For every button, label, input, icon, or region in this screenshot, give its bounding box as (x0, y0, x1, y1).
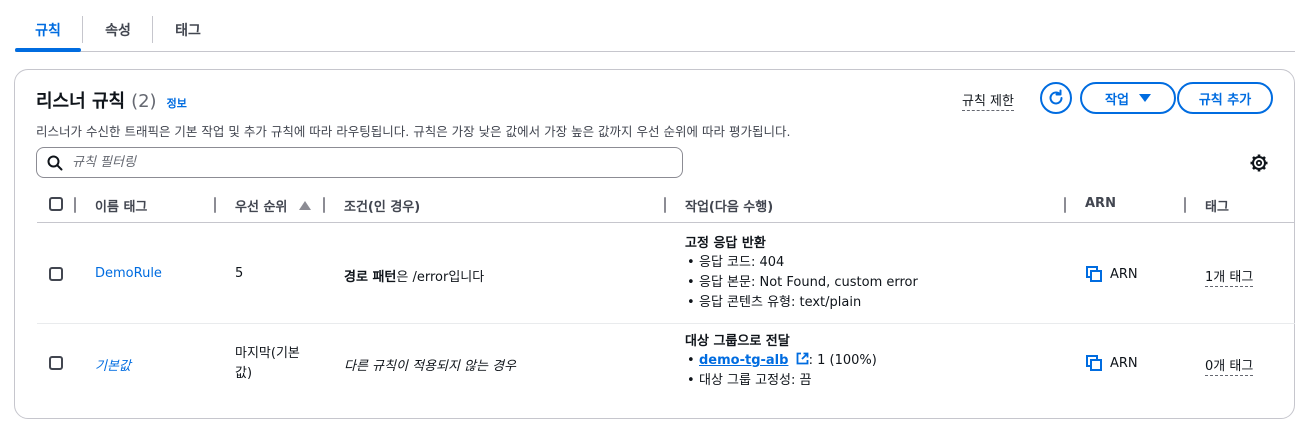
tab-bar: 규칙 속성 태그 (15, 8, 1295, 52)
tab-rules[interactable]: 규칙 (15, 8, 81, 52)
copy-icon (1086, 355, 1102, 371)
rule-priority: 마지막(기본 값) (235, 344, 300, 384)
tags-count-label: 0개 태그 (1205, 359, 1254, 376)
action-details: 응답 코드: 404 응답 본문: Not Found, custom erro… (685, 253, 918, 313)
column-divider[interactable] (1184, 197, 1186, 213)
col-header-tags[interactable]: 태그 (1205, 196, 1229, 215)
action-detail-item: 응답 콘텐츠 유형: text/plain (685, 293, 918, 313)
panel-header: 리스너 규칙 (2) 정보 (36, 87, 187, 113)
row-select-checkbox[interactable] (49, 356, 63, 370)
condition-type: 경로 패턴 (344, 270, 397, 285)
tags-count[interactable]: 1개 태그 (1205, 266, 1254, 287)
tab-attributes[interactable]: 속성 (83, 8, 153, 51)
col-header-priority[interactable]: 우선 순위 (235, 196, 287, 215)
arn-copy[interactable]: ARN (1086, 266, 1138, 282)
arn-label: ARN (1110, 266, 1138, 282)
rule-name-link[interactable]: DemoRule (95, 266, 162, 281)
column-divider[interactable] (214, 197, 216, 213)
rule-action: 고정 응답 반환 응답 코드: 404 응답 본문: Not Found, cu… (685, 235, 918, 313)
action-detail-item: 응답 코드: 404 (685, 253, 918, 273)
rule-limit-link[interactable]: 규칙 제한 (962, 90, 1014, 111)
add-rule-label: 규칙 추가 (1198, 92, 1252, 108)
panel-title: 리스너 규칙 (36, 91, 126, 112)
rule-filter[interactable] (36, 147, 683, 178)
settings-gear-icon[interactable] (1249, 153, 1269, 173)
row-divider (37, 323, 1295, 324)
column-divider (74, 197, 76, 213)
info-link[interactable]: 정보 (167, 95, 187, 111)
rule-condition: 경로 패턴은 /error입니다 (344, 266, 484, 285)
rule-name-link[interactable]: 기본값 (95, 355, 131, 374)
panel-description: 리스너가 수신한 트래픽은 기본 작업 및 추가 규칙에 따라 라우팅됩니다. … (36, 124, 791, 139)
action-detail-item: demo-tg-alb : 1 (100%) (685, 351, 877, 371)
priority-line: 값) (235, 366, 253, 381)
actions-button-label: 작업 (1105, 92, 1129, 108)
caret-down-icon (1138, 94, 1151, 102)
target-group-weight: : 1 (100%) (808, 353, 877, 368)
rule-condition: 다른 규칙이 적용되지 않는 경우 (344, 359, 517, 374)
actions-dropdown-button[interactable]: 작업 (1080, 82, 1176, 114)
column-divider[interactable] (664, 197, 666, 213)
col-header-name-tag[interactable]: 이름 태그 (95, 196, 147, 215)
priority-line: 마지막(기본 (235, 346, 300, 361)
rule-action: 대상 그룹으로 전달 demo-tg-alb : 1 (100%) 대상 그룹 … (685, 333, 877, 391)
sort-ascending-icon[interactable] (299, 201, 311, 210)
external-link-icon[interactable] (796, 352, 809, 365)
tab-tags[interactable]: 태그 (153, 8, 223, 51)
rule-priority: 5 (235, 266, 244, 281)
select-all-checkbox[interactable] (49, 197, 63, 211)
refresh-button[interactable] (1040, 82, 1072, 114)
arn-label: ARN (1110, 355, 1138, 371)
col-header-arn[interactable]: ARN (1085, 196, 1116, 211)
action-title: 대상 그룹으로 전달 (685, 334, 790, 349)
action-detail-item: 응답 본문: Not Found, custom error (685, 273, 918, 293)
refresh-icon (1049, 89, 1063, 105)
action-detail-item: 대상 그룹 고정성: 끔 (685, 371, 877, 391)
col-header-action[interactable]: 작업(다음 수행) (685, 196, 773, 215)
copy-icon (1086, 266, 1102, 282)
search-icon (47, 155, 63, 170)
rule-count: (2) (131, 91, 157, 112)
add-rule-button[interactable]: 규칙 추가 (1177, 82, 1273, 114)
tags-count-label: 1개 태그 (1205, 270, 1254, 287)
condition-value: 은 /error입니다 (396, 270, 485, 285)
col-header-condition[interactable]: 조건(인 경우) (344, 196, 420, 215)
filter-input[interactable] (72, 155, 632, 170)
listener-rules-panel: 리스너 규칙 (2) 정보 리스너가 수신한 트래픽은 기본 작업 및 추가 규… (14, 69, 1295, 419)
tags-count[interactable]: 0개 태그 (1205, 355, 1254, 376)
header-divider (37, 222, 1295, 223)
row-select-checkbox[interactable] (49, 267, 63, 281)
column-divider[interactable] (1064, 197, 1066, 213)
target-group-link[interactable]: demo-tg-alb (699, 353, 788, 368)
column-divider[interactable] (323, 197, 325, 213)
arn-copy[interactable]: ARN (1086, 355, 1138, 371)
action-details: demo-tg-alb : 1 (100%) 대상 그룹 고정성: 끔 (685, 351, 877, 391)
action-title: 고정 응답 반환 (685, 236, 766, 251)
